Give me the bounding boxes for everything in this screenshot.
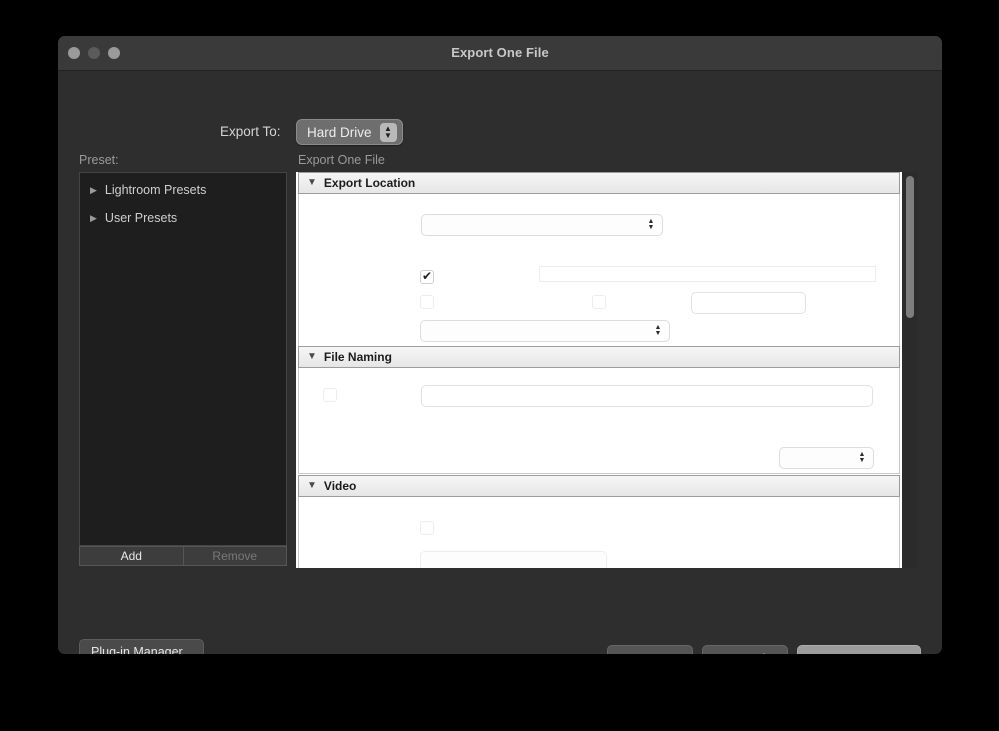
preset-group-lightroom[interactable]: ▶ Lightroom Presets <box>80 179 286 201</box>
triangle-down-icon[interactable]: ▼ <box>307 481 317 491</box>
chevron-updown-icon: ▲ ▼ <box>380 123 397 142</box>
export-to-destination-dropdown[interactable]: ▲ ▼ <box>421 214 663 236</box>
export-to-dropdown[interactable]: Hard Drive ▲ ▼ <box>296 119 403 145</box>
window-titlebar: Export One File <box>58 36 942 71</box>
add-to-catalog-checkbox[interactable] <box>420 295 434 309</box>
add-preset-button[interactable]: Add <box>79 546 184 566</box>
panel-header-export-location[interactable]: ▼ Export Location <box>298 172 900 194</box>
panel-export-location: ▼ Export Location ▲ ▼ <box>296 172 902 350</box>
window-title: Export One File <box>58 45 942 60</box>
panel-header-video[interactable]: ▼ Video <box>298 475 900 497</box>
include-video-files-checkbox[interactable] <box>420 521 434 535</box>
panel-body-export-location: ▲ ▼ ▲ ▼ <box>298 194 900 350</box>
stack-position-field[interactable] <box>691 292 806 314</box>
preset-group-label: Lightroom Presets <box>105 183 206 197</box>
preset-list[interactable]: ▶ Lightroom Presets ▶ User Presets <box>79 172 287 546</box>
footer-button-row: Learn More Done Cancel Export <box>533 645 921 654</box>
cancel-button[interactable]: Cancel <box>702 645 788 654</box>
plugin-manager-button[interactable]: Plug-in Manager... <box>79 639 204 654</box>
panel-body-video <box>298 497 900 568</box>
preset-label: Preset: <box>79 153 119 167</box>
dialog-body: Export To: Hard Drive ▲ ▼ Preset: Export… <box>58 71 942 654</box>
chevron-right-icon[interactable]: ▶ <box>90 186 97 195</box>
panel-title: Video <box>324 479 356 493</box>
export-to-label: Export To: <box>220 124 281 139</box>
triangle-down-icon[interactable]: ▼ <box>307 352 317 362</box>
preset-group-user[interactable]: ▶ User Presets <box>80 207 286 229</box>
chevron-right-icon[interactable]: ▶ <box>90 214 97 223</box>
subfolder-name-field[interactable] <box>539 266 876 282</box>
export-settings-content: ▼ Export Location ▲ ▼ <box>296 172 902 568</box>
video-format-dropdown[interactable] <box>420 551 607 568</box>
panel-body-file-naming: ▲ ▼ <box>298 368 900 474</box>
export-dialog-window: Export One File Export To: Hard Drive ▲ … <box>58 36 942 654</box>
scrollbar-thumb[interactable] <box>906 176 914 318</box>
panel-file-naming: ▼ File Naming ▲ ▼ <box>296 346 902 474</box>
screen: Export One File Export To: Hard Drive ▲ … <box>0 0 999 731</box>
export-to-value: Hard Drive <box>307 125 372 140</box>
content-scrollbar[interactable] <box>902 172 918 568</box>
filename-template-field[interactable] <box>421 385 873 407</box>
extensions-case-dropdown[interactable]: ▲ ▼ <box>779 447 874 469</box>
existing-files-dropdown[interactable]: ▲ ▼ <box>420 320 670 342</box>
chevron-updown-icon: ▲ ▼ <box>651 322 665 340</box>
done-button[interactable]: Done <box>607 645 693 654</box>
panel-title: Export Location <box>324 176 415 190</box>
panel-header-file-naming[interactable]: ▼ File Naming <box>298 346 900 368</box>
put-in-subfolder-checkbox[interactable] <box>420 270 434 284</box>
preset-button-row: Add Remove <box>79 546 287 566</box>
pane-title: Export One File <box>298 153 385 167</box>
add-to-stack-checkbox[interactable] <box>592 295 606 309</box>
export-settings-scroll-area[interactable]: ▼ Export Location ▲ ▼ <box>296 172 918 568</box>
triangle-down-icon[interactable]: ▼ <box>307 178 317 188</box>
export-button[interactable]: Export <box>797 645 921 654</box>
remove-preset-button: Remove <box>184 546 288 566</box>
panel-title: File Naming <box>324 350 392 364</box>
chevron-updown-icon: ▲ ▼ <box>855 449 869 467</box>
learn-more-link[interactable]: Learn More <box>533 652 594 655</box>
rename-to-checkbox[interactable] <box>323 388 337 402</box>
chevron-updown-icon: ▲ ▼ <box>644 216 658 234</box>
export-to-row: Export To: Hard Drive ▲ ▼ <box>58 119 942 147</box>
panel-video: ▼ Video <box>296 475 902 568</box>
preset-group-label: User Presets <box>105 211 177 225</box>
